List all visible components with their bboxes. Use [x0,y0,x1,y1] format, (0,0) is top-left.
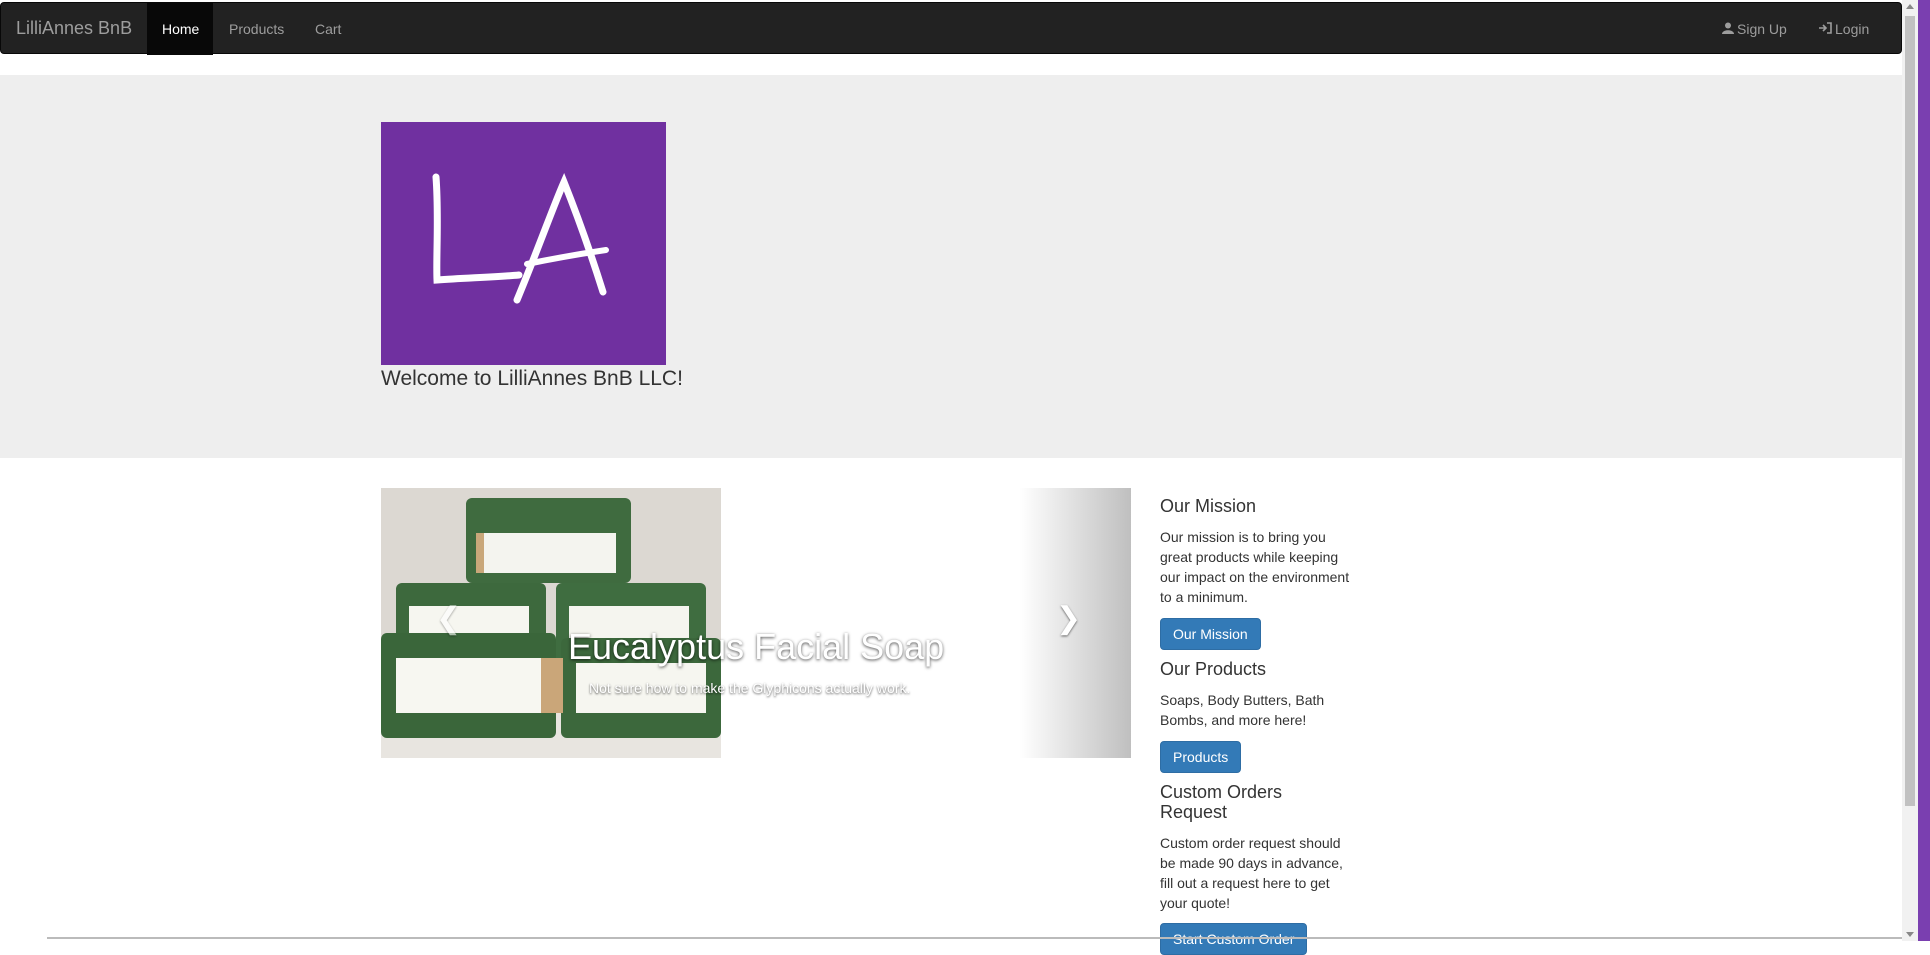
scroll-up-arrow-icon[interactable] [1906,4,1914,9]
products-text: Soaps, Body Butters, Bath Bombs, and mor… [1160,692,1325,728]
nav-cart[interactable]: Cart [300,3,356,55]
products-button[interactable]: Products [1160,741,1242,773]
scroll-thumb[interactable] [1905,16,1915,806]
window-edge [1918,0,1930,941]
log-in-icon [1819,4,1832,56]
bottom-divider [47,937,1902,939]
scroll-down-arrow-icon[interactable] [1906,932,1914,937]
carousel[interactable]: ❮ ❯ Eucalyptus Facial Soap Not sure how … [381,488,1131,758]
navbar-brand[interactable]: LilliAnnes BnB [16,18,132,39]
welcome-heading: Welcome to LilliAnnes BnB LLC! [381,367,683,390]
carousel-caption-title: Eucalyptus Facial Soap [568,626,945,667]
mission-heading: Our Mission [1160,496,1257,516]
our-mission-button[interactable]: Our Mission [1160,618,1261,650]
jumbotron: Welcome to LilliAnnes BnB LLC! [0,75,1902,458]
carousel-caption-subtitle: Not sure how to make the Glyphicons actu… [589,680,911,696]
slide-image-soap [381,488,721,758]
user-icon [1722,4,1734,56]
nav-products[interactable]: Products [214,3,299,55]
nav-login[interactable]: Login [1804,3,1884,55]
mission-text: Our mission is to bring you great produc… [1160,529,1350,605]
chevron-left-icon[interactable]: ❮ [436,601,461,636]
nav-sign-up[interactable]: Sign Up [1707,3,1802,55]
nav-login-label: Login [1835,21,1870,37]
navbar: LilliAnnes BnB Home Products Cart Sign U… [0,2,1902,55]
start-custom-order-button[interactable]: Start Custom Order [1160,923,1308,955]
logo [381,122,666,365]
chevron-right-icon[interactable]: ❯ [1056,601,1081,636]
vertical-scrollbar[interactable] [1902,0,1918,941]
products-heading: Our Products [1160,659,1267,679]
nav-home[interactable]: Home [147,3,213,55]
custom-orders-heading: Custom Orders Request [1160,782,1283,822]
custom-orders-text: Custom order request should be made 90 d… [1160,835,1343,911]
nav-sign-up-label: Sign Up [1737,21,1787,37]
